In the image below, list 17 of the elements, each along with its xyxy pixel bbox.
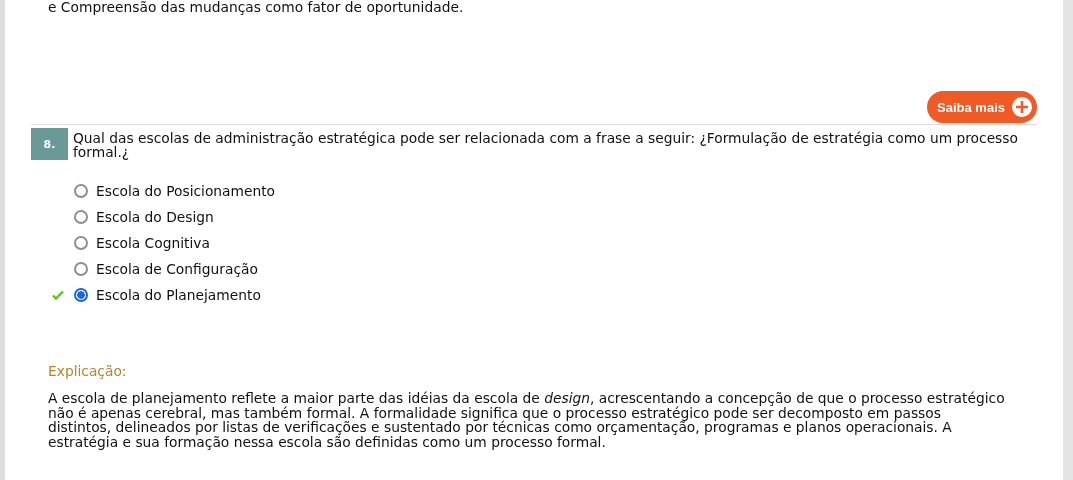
radio-button[interactable] bbox=[74, 262, 88, 276]
question-text: Qual das escolas de administração estratégica pode ser relacionada com a frase a seguir: ¿Formulação de estratégia como um processo formal.¿ bbox=[73, 131, 1019, 159]
radio-button[interactable] bbox=[74, 236, 88, 250]
question-number: 8. bbox=[31, 128, 68, 160]
explanation-title: Explicação: bbox=[48, 363, 128, 379]
previous-answer-text: e Compreensão das mudanças como fator de oportunidade. bbox=[48, 0, 465, 14]
radio-button[interactable] bbox=[74, 288, 88, 302]
option-label: Escola do Posicionamento bbox=[96, 183, 276, 199]
option-label: Escola Cognitiva bbox=[96, 235, 210, 251]
option-label: Escola do Design bbox=[96, 209, 214, 225]
saiba-mais-button[interactable]: Saiba mais bbox=[927, 91, 1037, 123]
radio-button[interactable] bbox=[74, 210, 88, 224]
radio-button[interactable] bbox=[74, 184, 88, 198]
plus-icon bbox=[1011, 96, 1033, 118]
option-label: Escola de Configuração bbox=[96, 261, 258, 277]
option-label: Escola do Planejamento bbox=[96, 287, 261, 303]
explanation-text: A escola de planejamento reflete a maior parte das idéias da escola de design, acrescentando a concepção de que o processo estratégico não é apenas cerebral, mas também formal. A formalidade significa que o processo estratégico pode ser decomposto em passos distintos, delineados por listas de verificações e sustentado por técnicas como orçamentação, programas e planos operacionais. A estratégia e sua formação nessa escola são definidas como um processo formal. bbox=[48, 391, 1006, 449]
